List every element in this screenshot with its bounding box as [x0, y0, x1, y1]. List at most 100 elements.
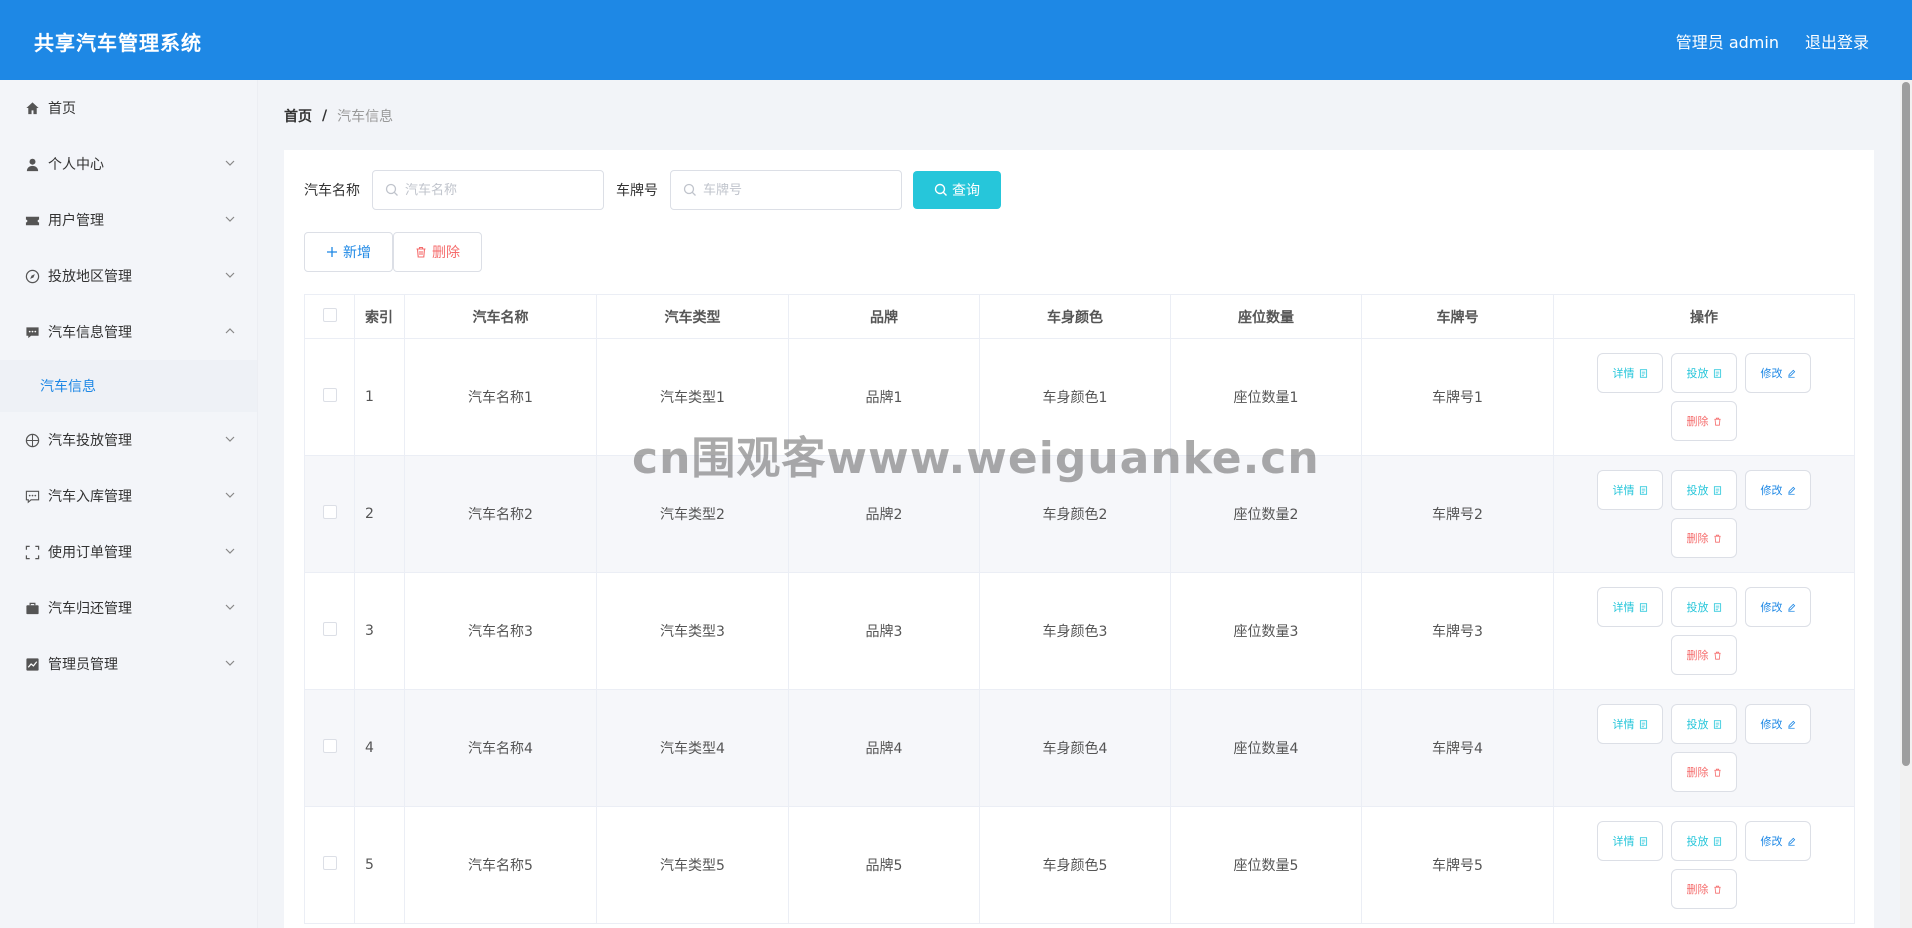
deploy-button[interactable]: 投放	[1671, 821, 1737, 861]
delete-button[interactable]: 删除	[1671, 401, 1737, 441]
row-car-name: 汽车名称3	[404, 572, 597, 690]
sidebar-item-home[interactable]: 首页	[0, 80, 257, 136]
delete-button[interactable]: 删除	[1671, 752, 1737, 792]
detail-button[interactable]: 详情	[1597, 353, 1663, 393]
document-icon	[1639, 836, 1647, 846]
deploy-button[interactable]: 投放	[1671, 587, 1737, 627]
trash-icon	[1713, 651, 1721, 660]
sidebar-item-regions[interactable]: 投放地区管理	[0, 248, 257, 304]
top-header: 共享汽车管理系统 管理员 admin 退出登录	[0, 0, 1912, 80]
sidebar-item-profile[interactable]: 个人中心	[0, 136, 257, 192]
breadcrumb-home[interactable]: 首页	[284, 106, 312, 126]
delete-button[interactable]: 删除	[1671, 635, 1737, 675]
detail-button[interactable]: 详情	[1597, 821, 1663, 861]
search-icon	[934, 183, 947, 196]
deploy-button-label: 投放	[1686, 485, 1709, 497]
row-actions: 详情 投放 修改 删除	[1553, 806, 1855, 924]
user-icon	[24, 156, 40, 172]
deploy-button[interactable]: 投放	[1671, 353, 1737, 393]
deploy-button[interactable]: 投放	[1671, 470, 1737, 510]
row-car-name: 汽车名称5	[404, 806, 597, 924]
row-action-buttons: 详情 投放 修改 删除	[1589, 353, 1819, 441]
chevron-down-icon	[225, 216, 235, 222]
row-checkbox[interactable]	[322, 505, 337, 519]
row-action-buttons: 详情 投放 修改删除	[1589, 704, 1819, 792]
row-plate: 车牌号1	[1361, 338, 1554, 456]
delete-button[interactable]: 删除	[1671, 869, 1737, 909]
sidebar-item-car-storage[interactable]: 汽车入库管理	[0, 468, 257, 524]
row-checkbox[interactable]	[322, 856, 337, 870]
table-row: 3 汽车名称3 汽车类型3 品牌3 车身颜色3 座位数量3 车牌号3 详情 投放 修改 删除	[304, 572, 1855, 690]
row-index: 4	[354, 689, 405, 807]
deploy-button-label: 投放	[1686, 719, 1709, 731]
car-name-field[interactable]	[372, 170, 604, 210]
document-icon	[1639, 485, 1647, 495]
sidebar-item-label: 管理员管理	[48, 657, 118, 673]
sidebar-item-label: 汽车投放管理	[48, 433, 132, 449]
delete-button[interactable]: 删除	[1671, 518, 1737, 558]
sidebar-item-orders[interactable]: 使用订单管理	[0, 524, 257, 580]
row-body-color: 车身颜色4	[979, 689, 1171, 807]
sidebar-item-label: 汽车信息管理	[48, 325, 132, 341]
chevron-down-icon	[225, 548, 235, 554]
row-brand: 品牌3	[788, 572, 980, 690]
row-select-cell	[304, 572, 355, 690]
add-button[interactable]: 新增	[304, 232, 393, 272]
edit-icon	[1787, 369, 1795, 378]
table-row: 1 汽车名称1 汽车类型1 品牌1 车身颜色1 座位数量1 车牌号1 详情 投放 修改 删除	[304, 338, 1855, 456]
sidebar-subitem-car-info[interactable]: 汽车信息	[0, 360, 257, 412]
edit-button[interactable]: 修改	[1745, 587, 1811, 627]
batch-delete-button-label: 删除	[432, 244, 460, 260]
detail-button[interactable]: 详情	[1597, 587, 1663, 627]
sidebar-item-car-return[interactable]: 汽车归还管理	[0, 580, 257, 636]
row-body-color: 车身颜色2	[979, 455, 1171, 573]
row-index: 2	[354, 455, 405, 573]
sidebar-item-car-deploy[interactable]: 汽车投放管理	[0, 412, 257, 468]
sidebar-item-car-info[interactable]: 汽车信息管理	[0, 304, 257, 360]
row-action-buttons: 详情 投放 修改 删除	[1589, 470, 1819, 558]
table-row: 4 汽车名称4 汽车类型4 品牌4 车身颜色4 座位数量4 车牌号4 详情 投放 修改 删除	[304, 689, 1855, 807]
car-name-input[interactable]	[405, 182, 595, 198]
row-index: 1	[354, 338, 405, 456]
deploy-button[interactable]: 投放	[1671, 704, 1737, 744]
query-button[interactable]: 查询	[913, 171, 1001, 209]
plate-input[interactable]	[703, 182, 893, 198]
header-index: 索引	[354, 294, 405, 339]
row-body-color: 车身颜色3	[979, 572, 1171, 690]
edit-button[interactable]: 修改	[1745, 821, 1811, 861]
plate-field[interactable]	[670, 170, 902, 210]
edit-button[interactable]: 修改	[1745, 353, 1811, 393]
row-seats: 座位数量1	[1170, 338, 1362, 456]
trash-icon	[1713, 417, 1721, 426]
row-actions: 详情 投放 修改删除	[1553, 689, 1855, 807]
row-brand: 品牌2	[788, 455, 980, 573]
select-all-cell	[304, 294, 355, 339]
trash-icon	[1713, 534, 1721, 543]
row-checkbox[interactable]	[322, 739, 337, 753]
edit-icon	[1787, 837, 1795, 846]
delete-button-label: 删除	[1686, 767, 1709, 779]
sidebar-item-label: 投放地区管理	[48, 269, 132, 285]
row-plate: 车牌号2	[1361, 455, 1554, 573]
sidebar: 首页 个人中心 用户管理 投放地区管理 汽车信息管理 汽车信息 汽车投放管理 汽…	[0, 80, 258, 928]
trash-icon	[1713, 885, 1721, 894]
sidebar-item-admins[interactable]: 管理员管理	[0, 636, 257, 692]
logout-link[interactable]: 退出登录	[1805, 29, 1869, 53]
table-header-row: 索引 汽车名称 汽车类型 品牌 车身颜色 座位数量 车牌号 操作	[304, 294, 1855, 339]
batch-delete-button[interactable]: 删除	[393, 232, 482, 272]
detail-button-label: 详情	[1612, 602, 1635, 614]
deploy-button-label: 投放	[1686, 836, 1709, 848]
scrollbar-thumb[interactable]	[1902, 82, 1910, 766]
row-action-buttons: 详情 投放 修改 删除	[1589, 821, 1819, 909]
edit-button[interactable]: 修改	[1745, 704, 1811, 744]
row-car-type: 汽车类型5	[596, 806, 789, 924]
detail-button[interactable]: 详情	[1597, 470, 1663, 510]
breadcrumb-separator: /	[322, 108, 328, 124]
sidebar-item-users[interactable]: 用户管理	[0, 192, 257, 248]
action-toolbar: 新增 删除	[304, 232, 482, 272]
select-all-checkbox[interactable]	[322, 307, 337, 322]
row-checkbox[interactable]	[322, 622, 337, 636]
detail-button[interactable]: 详情	[1597, 704, 1663, 744]
edit-button[interactable]: 修改	[1745, 470, 1811, 510]
row-checkbox[interactable]	[322, 388, 337, 402]
